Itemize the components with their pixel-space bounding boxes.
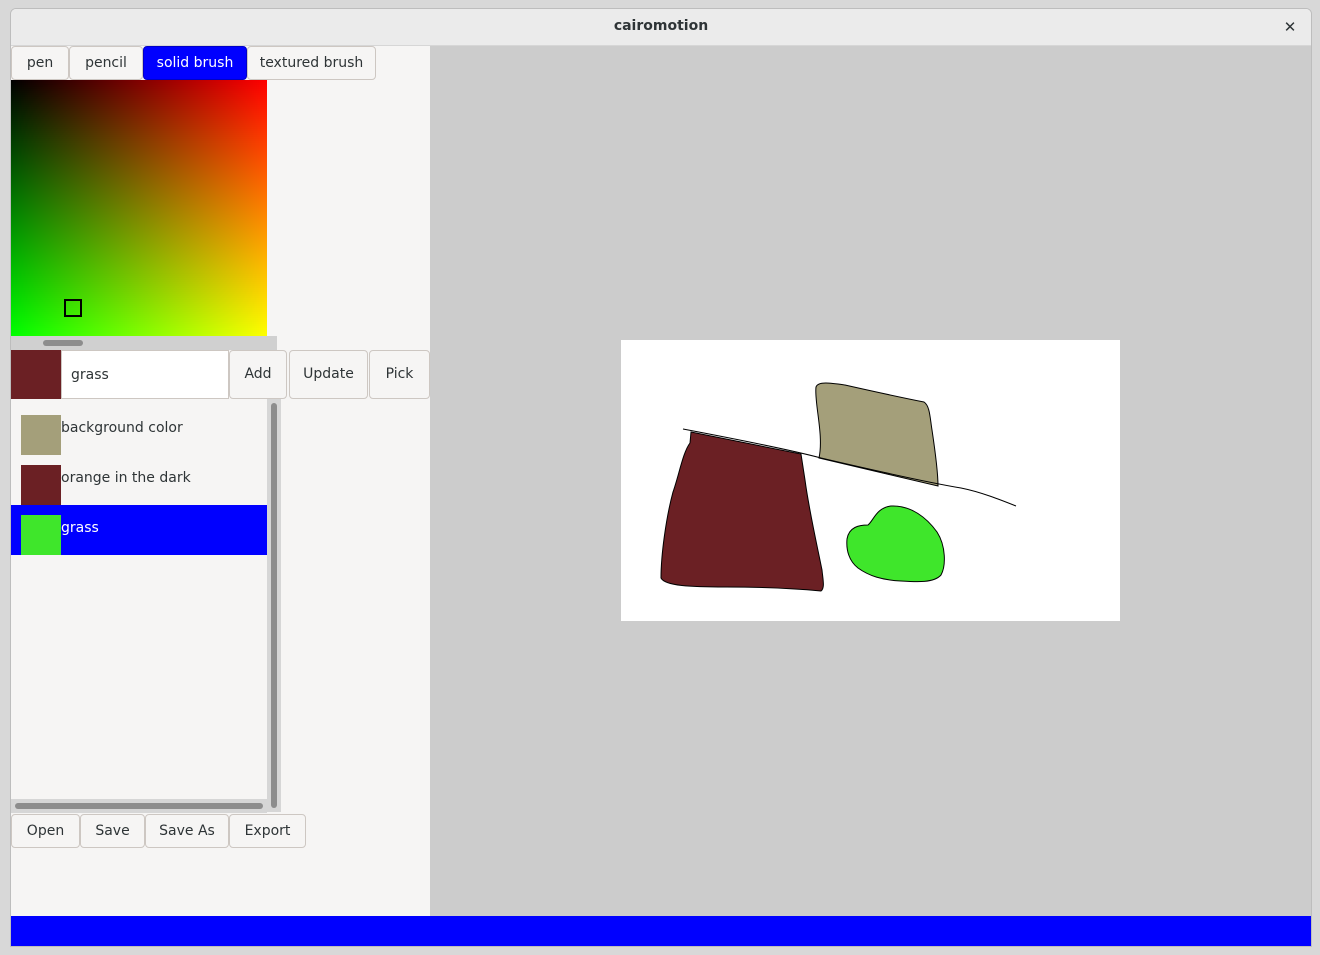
color-swatch	[21, 465, 61, 505]
color-name-input[interactable]	[61, 350, 229, 399]
save-as-button[interactable]: Save As	[145, 814, 229, 848]
tab-solid-brush[interactable]: solid brush	[143, 46, 247, 80]
left-panel: pen pencil solid brush textured brush Ad…	[11, 46, 430, 916]
list-item[interactable]: grass	[11, 505, 267, 555]
add-button[interactable]: Add	[229, 350, 287, 399]
close-icon[interactable]: ✕	[1277, 14, 1303, 40]
tab-pen[interactable]: pen	[11, 46, 69, 80]
tab-pencil[interactable]: pencil	[69, 46, 143, 80]
drawing-area[interactable]	[430, 46, 1311, 916]
app-window: cairomotion ✕ pen pencil solid brush tex…	[10, 8, 1312, 947]
brown-shape	[660, 431, 824, 592]
green-blob	[846, 505, 945, 583]
window-title: cairomotion	[613, 18, 709, 34]
list-item[interactable]: orange in the dark	[11, 455, 267, 505]
open-button[interactable]: Open	[11, 814, 80, 848]
color-picker-marker[interactable]	[64, 299, 82, 317]
palette-list: background color orange in the dark gras…	[11, 399, 267, 799]
list-item[interactable]: background color	[11, 405, 267, 455]
color-swatch	[21, 415, 61, 455]
export-button[interactable]: Export	[229, 814, 306, 848]
save-button[interactable]: Save	[80, 814, 145, 848]
list-item-label: background color	[61, 420, 183, 436]
current-color-swatch	[11, 350, 61, 399]
palette-horizontal-scrollbar[interactable]	[11, 799, 267, 813]
tab-textured-brush[interactable]: textured brush	[247, 46, 376, 80]
canvas-drawing	[660, 382, 1017, 592]
color-gradient-picker[interactable]	[11, 80, 267, 336]
vertical-scrollbar-thumb[interactable]	[271, 403, 277, 808]
update-button[interactable]: Update	[289, 350, 368, 399]
picker-scrollbar[interactable]	[11, 336, 277, 350]
palette-vertical-scrollbar[interactable]	[267, 399, 281, 812]
color-swatch	[21, 515, 61, 555]
list-item-label: orange in the dark	[61, 470, 191, 486]
list-item-label: grass	[61, 520, 99, 536]
horizontal-scrollbar-thumb[interactable]	[15, 803, 263, 809]
pick-button[interactable]: Pick	[369, 350, 430, 399]
status-bar	[11, 916, 1311, 946]
title-bar: cairomotion ✕	[11, 9, 1311, 46]
picker-scrollbar-thumb[interactable]	[43, 340, 83, 346]
drawing-canvas[interactable]	[621, 340, 1120, 621]
